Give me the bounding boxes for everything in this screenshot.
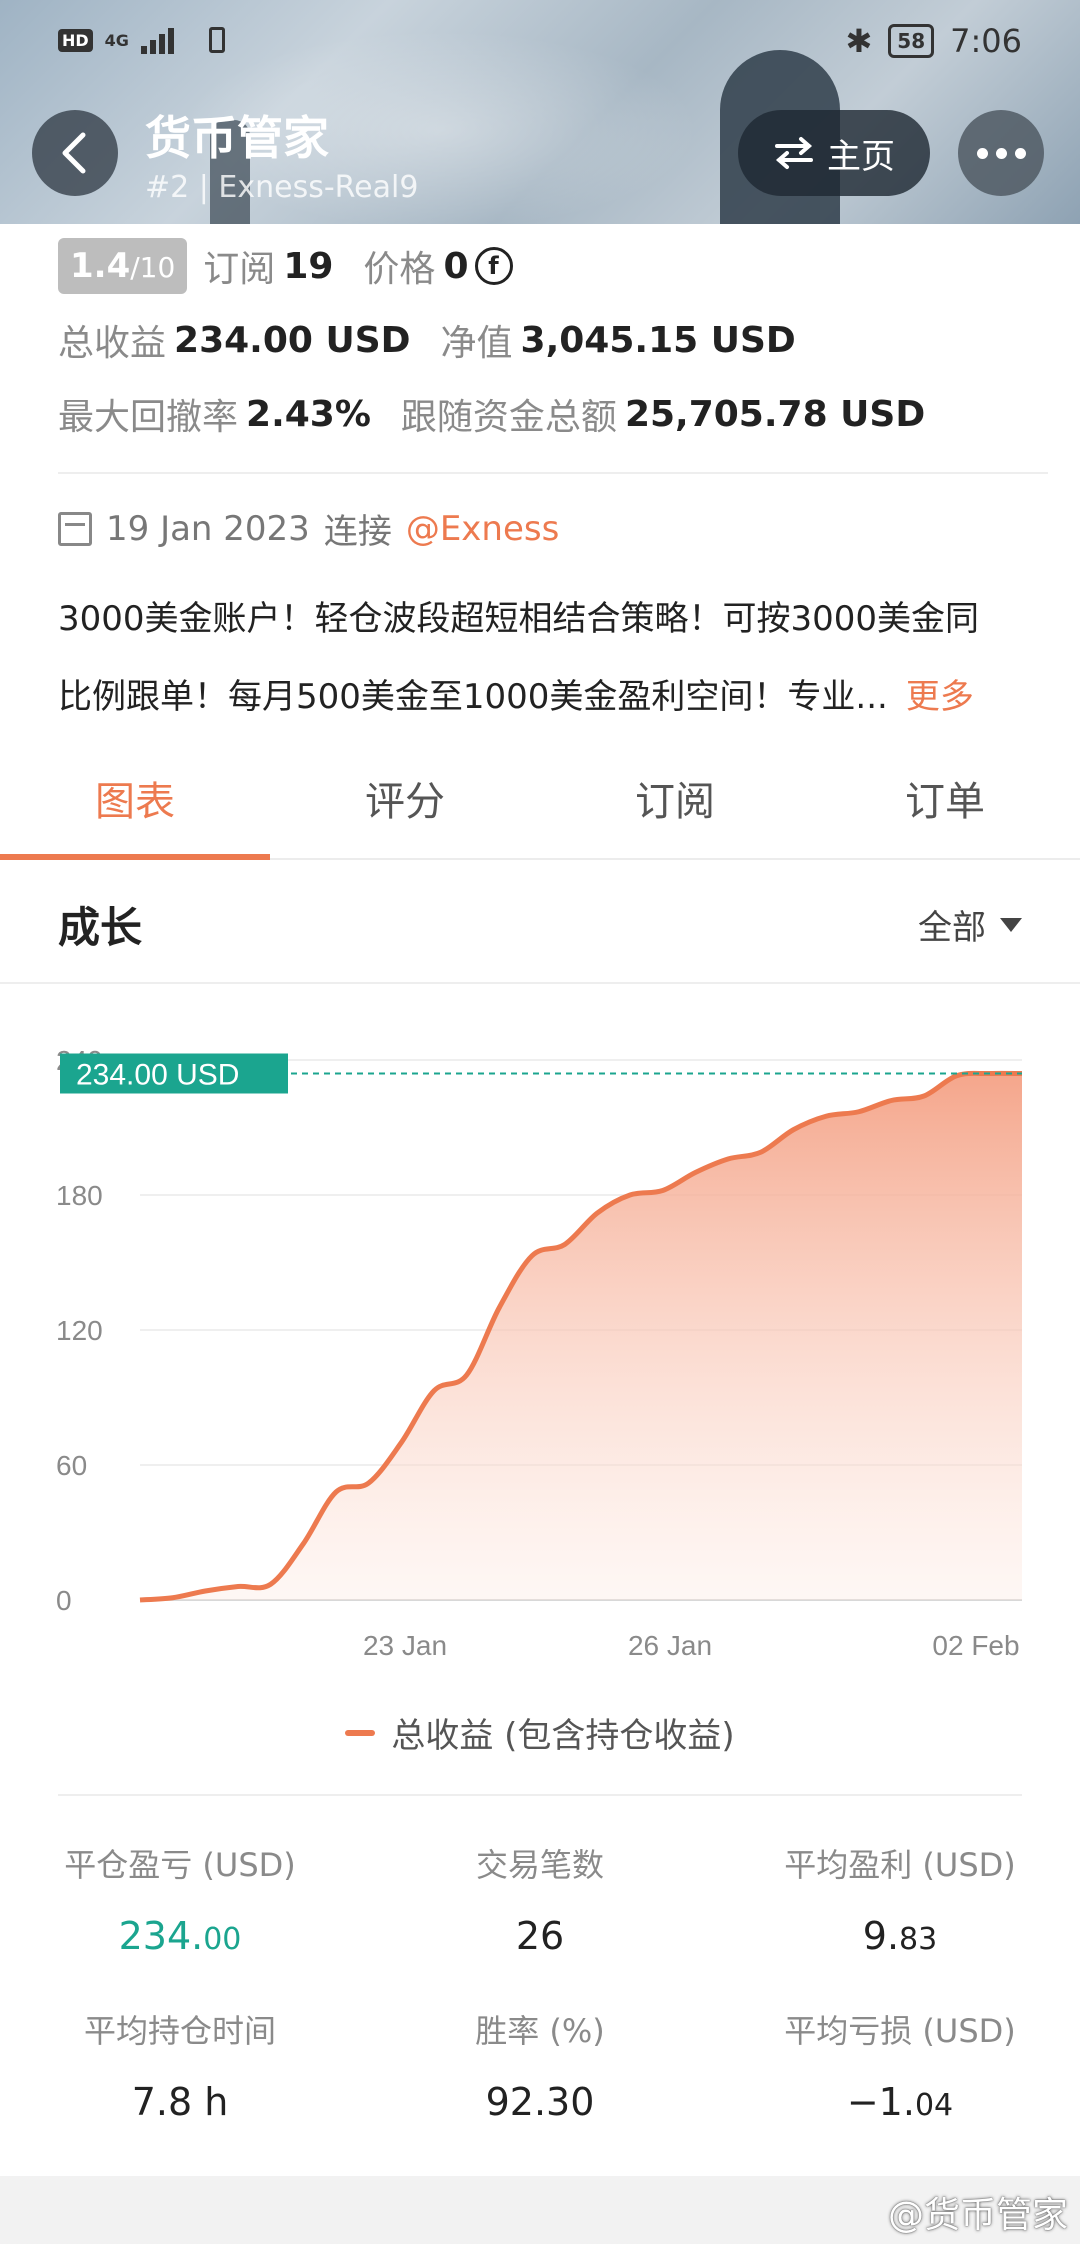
stat-label: 平均持仓时间 bbox=[83, 2012, 276, 2050]
stat-value-decimal: 83 bbox=[899, 1922, 938, 1957]
stat-label: 平均亏损 (USD) bbox=[784, 2012, 1016, 2050]
tab-bar: 图表 评分 订阅 订单 bbox=[0, 760, 1080, 860]
stat-value: 7.8 h bbox=[131, 2080, 229, 2124]
rating-denominator: /10 bbox=[130, 251, 176, 284]
stat-trade-count: 交易笔数 26 bbox=[360, 1840, 720, 1958]
current-value-tag: 234.00 USD bbox=[60, 1053, 288, 1094]
stat-value-decimal: 00 bbox=[203, 1922, 242, 1957]
total-profit-label: 总收益 bbox=[58, 323, 167, 364]
y-tick-label: 0 bbox=[56, 1585, 72, 1616]
subscribe-label: 订阅 bbox=[203, 249, 276, 290]
swap-icon bbox=[775, 137, 813, 169]
y-tick-label: 120 bbox=[56, 1315, 103, 1346]
stat-value-main: −1. bbox=[846, 2080, 915, 2124]
chevron-left-icon bbox=[62, 132, 86, 174]
back-button[interactable] bbox=[32, 110, 118, 196]
stat-value-main: 234. bbox=[118, 1914, 204, 1958]
net-value-label: 净值 bbox=[440, 323, 513, 364]
rating-value: 1.4 bbox=[70, 246, 131, 286]
chevron-down-icon bbox=[1000, 917, 1022, 932]
description-line-2: 比例跟单！每月500美金至1000美金盈利空间！专业... bbox=[58, 677, 888, 717]
range-filter-dropdown[interactable]: 全部 bbox=[918, 900, 1022, 949]
current-value-label: 234.00 USD bbox=[76, 1059, 239, 1092]
more-options-button[interactable] bbox=[958, 110, 1044, 196]
connect-label: 连接 bbox=[323, 512, 392, 552]
subscribe-count: 19 bbox=[283, 245, 334, 287]
total-profit-value: 234.00 USD bbox=[174, 319, 411, 361]
page-title: 货币管家 bbox=[145, 111, 329, 165]
network-type: 4G bbox=[104, 30, 129, 50]
net-value-value: 3,045.15 USD bbox=[520, 319, 796, 361]
max-drawdown-value: 2.43% bbox=[246, 393, 371, 435]
divider bbox=[58, 1794, 1022, 1796]
hd-indicator: HD bbox=[58, 28, 93, 52]
follow-funds-value: 25,705.78 USD bbox=[624, 393, 926, 435]
tab-rating[interactable]: 评分 bbox=[270, 760, 540, 858]
tab-subscription[interactable]: 订阅 bbox=[540, 760, 810, 858]
rating-badge: 1.4/10 bbox=[58, 238, 188, 294]
more-link[interactable]: 更多 bbox=[906, 677, 974, 717]
dot bbox=[1014, 147, 1026, 159]
stat-value: 9.83 bbox=[720, 1914, 1080, 1958]
stat-label: 平均盈利 (USD) bbox=[784, 1846, 1016, 1884]
bluetooth-icon: ✱ bbox=[845, 22, 873, 60]
stat-label: 交易笔数 bbox=[475, 1846, 604, 1884]
price-value: 0 bbox=[443, 245, 469, 287]
tab-chart[interactable]: 图表 bbox=[0, 760, 270, 860]
stat-label: 胜率 (%) bbox=[475, 2012, 605, 2050]
account-subtitle: #2 | Exness-Real9 bbox=[145, 170, 419, 205]
status-bar: HD 4G ✱ 58 7:06 bbox=[0, 14, 1080, 70]
x-tick-label: 23 Jan bbox=[363, 1630, 447, 1661]
y-tick-label: 60 bbox=[56, 1450, 87, 1481]
signal-icon bbox=[140, 26, 197, 54]
stat-avg-loss: 平均亏损 (USD) −1.04 bbox=[720, 2006, 1080, 2124]
date-text: 19 Jan 2023 bbox=[106, 508, 310, 549]
connection-date: 19 Jan 2023 连接 @Exness bbox=[58, 504, 559, 553]
growth-section-header: 成长 全部 bbox=[0, 862, 1080, 984]
battery-icon: 58 bbox=[888, 24, 935, 58]
stat-label: 平仓盈亏 (USD) bbox=[64, 1846, 296, 1884]
growth-area bbox=[140, 1073, 1022, 1600]
section-title: 成长 bbox=[58, 903, 143, 952]
growth-chart: 060120180240 23 Jan26 Jan02 Feb 234.00 U… bbox=[56, 1045, 1023, 1661]
x-tick-label: 02 Feb bbox=[932, 1630, 1019, 1661]
profile-header: HD 4G ✱ 58 7:06 货币管家 #2 | Exness-Real9 主… bbox=[0, 0, 1080, 224]
stat-value-main: 9. bbox=[862, 1914, 900, 1958]
divider bbox=[58, 472, 1048, 474]
stat-avg-profit: 平均盈利 (USD) 9.83 bbox=[720, 1840, 1080, 1958]
clock: 7:06 bbox=[950, 22, 1022, 60]
legend-label: 总收益 (包含持仓收益) bbox=[391, 1716, 735, 1756]
chart-legend: 总收益 (包含持仓收益) bbox=[0, 1708, 1080, 1757]
legend-swatch bbox=[345, 1729, 376, 1736]
y-tick-label: 180 bbox=[56, 1180, 103, 1211]
stat-value: 92.30 bbox=[485, 2080, 595, 2124]
stat-value-decimal: 04 bbox=[914, 2088, 954, 2123]
x-tick-label: 26 Jan bbox=[628, 1630, 712, 1661]
stat-value: 26 bbox=[515, 1914, 565, 1958]
stat-value: −1.04 bbox=[720, 2080, 1080, 2124]
max-drawdown-label: 最大回撤率 bbox=[58, 397, 239, 438]
dot bbox=[995, 147, 1007, 159]
coin-icon: f bbox=[474, 247, 513, 285]
notification-icon bbox=[208, 27, 225, 53]
stat-closed-pnl: 平仓盈亏 (USD) 234.00 bbox=[0, 1840, 360, 1958]
home-button-label: 主页 bbox=[827, 136, 895, 177]
watermark: @货币管家 bbox=[887, 2195, 1068, 2236]
follow-funds-label: 跟随资金总额 bbox=[400, 397, 617, 438]
filter-label: 全部 bbox=[918, 908, 986, 948]
account-info: 1.4/10 订阅 19 价格 0 f 总收益 234.00 USD 净值 3,… bbox=[58, 236, 1048, 444]
dot bbox=[976, 147, 988, 159]
strategy-description: 3000美金账户！轻仓波段超短相结合策略！可按3000美金同 比例跟单！每月50… bbox=[58, 580, 1048, 736]
stat-win-rate: 胜率 (%) 92.30 bbox=[360, 2006, 720, 2124]
description-line-1: 3000美金账户！轻仓波段超短相结合策略！可按3000美金同 bbox=[58, 599, 980, 639]
price-label: 价格 bbox=[363, 249, 436, 290]
home-button[interactable]: 主页 bbox=[738, 110, 930, 196]
broker-link[interactable]: @Exness bbox=[406, 509, 560, 549]
calendar-icon bbox=[58, 511, 92, 546]
tab-orders[interactable]: 订单 bbox=[810, 760, 1080, 858]
stat-avg-hold-time: 平均持仓时间 7.8 h bbox=[0, 2006, 360, 2124]
stat-value: 234.00 bbox=[0, 1914, 360, 1958]
